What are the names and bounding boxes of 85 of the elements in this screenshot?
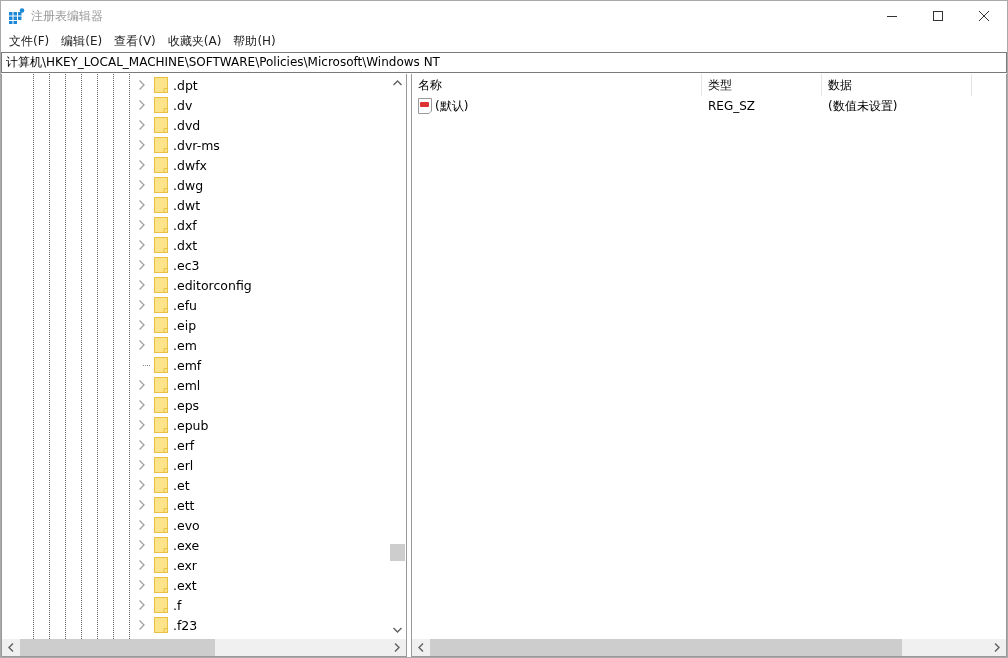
folder-icon [154,77,168,93]
tree-item[interactable]: .dwfx [173,157,207,173]
tree-item[interactable]: .exr [173,557,197,573]
folder-icon [154,397,168,413]
tree-item[interactable]: .dpt [173,77,198,93]
tree-item[interactable]: .exe [173,537,200,553]
table-cell[interactable]: (默认) [435,97,469,115]
tree-item[interactable]: .dvr-ms [173,137,220,153]
tree-item[interactable]: .erl [173,457,194,473]
tree-item[interactable]: .erf [173,437,195,453]
scroll-down-icon[interactable] [393,627,402,633]
registry-grid-icon [9,8,25,24]
scrollbar-thumb[interactable] [430,639,902,656]
tree-item[interactable]: .f23 [173,617,198,633]
folder-icon [154,257,168,273]
folder-icon [154,557,168,573]
tree-item[interactable]: .emf [173,357,202,373]
folder-icon [154,377,168,393]
menu-item[interactable]: 文件(F) [3,32,56,50]
tree-item[interactable]: .dxt [173,237,198,253]
tree-item[interactable]: .eps [173,397,200,413]
tree-item[interactable]: .eml [173,377,201,393]
menu-item[interactable]: 查看(V) [108,32,162,50]
scroll-right-icon[interactable] [394,643,400,652]
table-cell-text: (数值未设置) [827,97,899,115]
column-header[interactable]: 名称 [412,74,702,96]
tree-connector-icon [143,364,151,366]
folder-icon [154,597,168,613]
folder-icon [154,337,168,353]
menu-item[interactable]: 收藏夹(A) [161,32,228,50]
tree-item[interactable]: .f [173,597,182,613]
folder-icon [154,477,168,493]
tree-item[interactable]: .editorconfig [173,277,252,293]
folder-icon [154,537,168,553]
scroll-left-icon[interactable] [8,643,14,652]
tree-item[interactable]: .ec3 [173,257,200,273]
scroll-up-icon[interactable] [393,80,402,86]
folder-icon [154,277,168,293]
tree-item[interactable]: .ett [173,497,195,513]
tree-item[interactable]: .ext [173,577,197,593]
folder-icon [154,237,168,253]
menu-item[interactable]: 编辑(E) [55,32,109,50]
folder-icon [154,457,168,473]
menu-item[interactable]: 帮助(H) [227,32,282,50]
address-field[interactable]: 计算机\HKEY_LOCAL_MACHINE\SOFTWARE\Policies\Microsoft\Windows NT [1,52,1007,73]
folder-icon [154,97,168,113]
folder-icon [154,177,168,193]
tree-item[interactable]: .dvd [173,117,201,133]
scrollbar-thumb[interactable] [20,639,215,656]
tree-item[interactable]: .eip [173,317,197,333]
tree-item[interactable]: .evo [173,517,200,533]
folder-icon [154,497,168,513]
string-value-icon [417,98,433,114]
folder-icon [154,157,168,173]
tree-item[interactable]: .dwt [173,197,201,213]
tree-item[interactable]: .epub [173,417,209,433]
scrollbar-thumb[interactable] [390,544,405,561]
tree-item[interactable]: .et [173,477,190,493]
folder-icon [154,137,168,153]
folder-icon [154,297,168,313]
horizontal-scrollbar[interactable] [2,639,406,656]
close-icon [979,11,989,21]
folder-icon [154,317,168,333]
folder-icon [154,357,168,373]
tree-item[interactable]: .dxf [173,217,197,233]
scroll-right-icon[interactable] [994,643,1000,652]
scroll-left-icon[interactable] [418,643,424,652]
folder-icon [154,417,168,433]
maximize-icon [933,11,943,21]
folder-icon [154,217,168,233]
column-header[interactable]: 类型 [702,74,822,96]
horizontal-scrollbar[interactable] [412,639,1006,656]
tree-item[interactable]: .efu [173,297,197,313]
column-header[interactable]: 数据 [822,74,972,96]
tree-item[interactable]: .em [173,337,197,353]
window-title: 注册表编辑器 [31,7,103,25]
folder-icon [154,617,168,633]
tree-item[interactable]: .dv [173,97,193,113]
folder-icon [154,577,168,593]
folder-icon [154,517,168,533]
folder-icon [154,117,168,133]
folder-icon [154,437,168,453]
table-cell-text: REG_SZ [707,99,757,113]
folder-icon [154,197,168,213]
tree-item[interactable]: .dwg [173,177,204,193]
